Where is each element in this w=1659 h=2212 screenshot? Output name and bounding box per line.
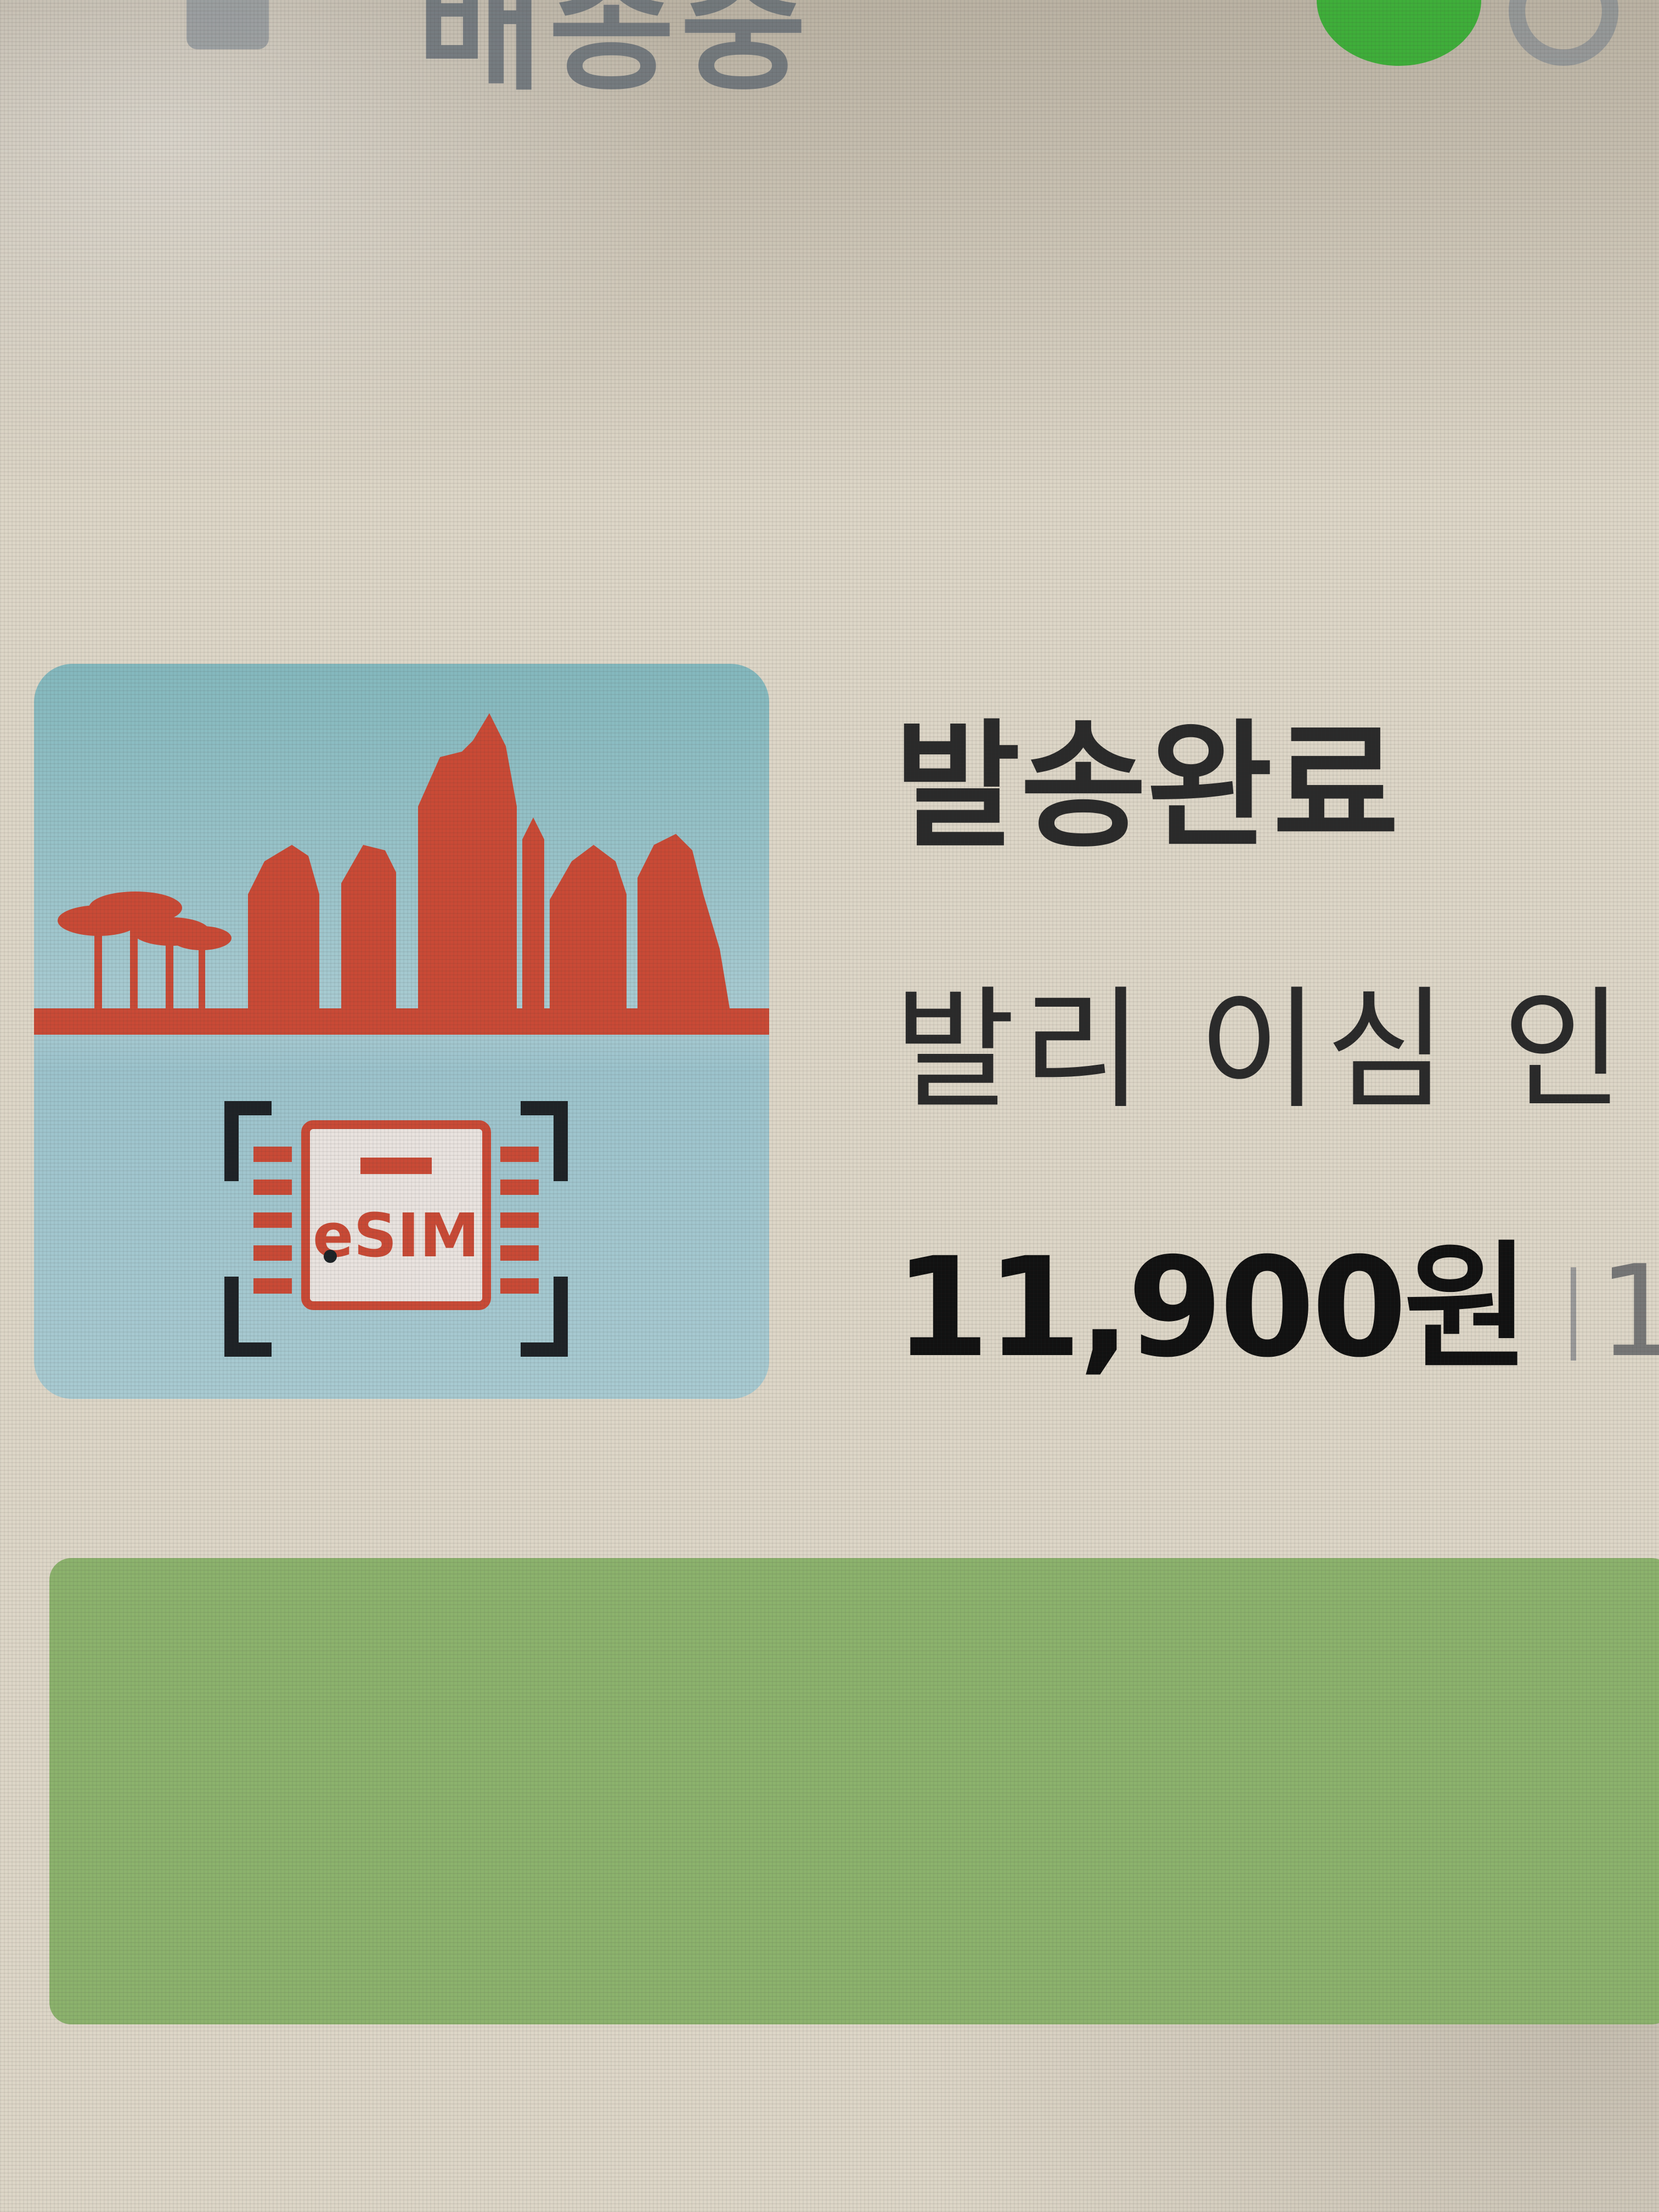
- product-name[interactable]: 발리 이심 인: [894, 944, 1630, 1134]
- info-icon[interactable]: [1509, 0, 1618, 66]
- order-item-card[interactable]: eSIM 발송완료 발리 이심 인 11,900원 1: [0, 647, 1659, 1415]
- shipping-status: 발송완료: [894, 707, 1399, 866]
- divider: [1570, 1267, 1576, 1361]
- order-status-header: 배송중: [0, 0, 1659, 109]
- price-line: 11,900원 1: [894, 1196, 1659, 1395]
- price: 11,900원: [894, 1228, 1530, 1387]
- green-status-icon: [1317, 0, 1481, 66]
- order-item-info: 발송완료 발리 이심 인 11,900원 1: [894, 647, 1659, 1415]
- bali-esim-icon: eSIM: [34, 664, 769, 1399]
- quantity: 1: [1598, 1239, 1659, 1385]
- back-icon[interactable]: [187, 0, 269, 49]
- header-title: 배송중: [417, 0, 812, 109]
- green-action-button[interactable]: [49, 1558, 1659, 2024]
- esim-label: eSIM: [313, 1200, 479, 1271]
